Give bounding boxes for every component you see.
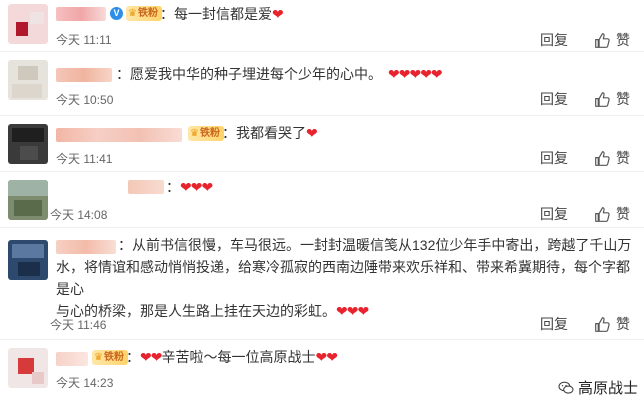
reply-button[interactable]: 回复 bbox=[540, 30, 568, 50]
comment-row-6: ♛铁粉 ：❤❤辛苦啦～每一位高原战士❤❤ 今天 14:23 bbox=[0, 340, 644, 402]
username-blurred[interactable] bbox=[56, 352, 88, 366]
username-blurred[interactable] bbox=[56, 68, 112, 82]
comment-time: 今天 14:08 bbox=[50, 208, 108, 222]
crown-icon: ♛ bbox=[94, 352, 103, 363]
like-button[interactable]: 赞 bbox=[594, 148, 630, 168]
crown-icon: ♛ bbox=[190, 128, 199, 139]
thumbs-up-icon bbox=[595, 32, 610, 48]
wechat-icon bbox=[558, 381, 574, 394]
heart-emoji: ❤❤ bbox=[315, 349, 337, 365]
thumbs-up-icon bbox=[595, 91, 610, 107]
avatar[interactable] bbox=[8, 348, 48, 388]
avatar[interactable] bbox=[8, 60, 48, 100]
comment-row-2: ：愿爱我中华的种子埋进每个少年的心中。 ❤❤❤❤❤ 今天 10:50 回复 赞 bbox=[0, 52, 644, 116]
comment-text: ：从前书信很慢，车马很远。一封封温暖信笺从132位少年手中寄出，跨越了千山万 水… bbox=[56, 237, 632, 319]
comment-time: 今天 11:46 bbox=[50, 318, 107, 332]
comment-row-4: ：❤❤❤ 今天 14:08 回复 赞 bbox=[0, 172, 644, 228]
verified-icon: V bbox=[110, 7, 123, 20]
fan-badge: ♛铁粉 bbox=[188, 126, 224, 141]
comment-time: 今天 10:50 bbox=[56, 93, 114, 107]
thumbs-up-icon bbox=[595, 150, 610, 166]
username-blurred[interactable] bbox=[56, 7, 106, 21]
avatar[interactable] bbox=[8, 124, 48, 164]
comment-time: 今天 11:11 bbox=[56, 33, 112, 47]
username-blurred[interactable] bbox=[56, 128, 182, 142]
crown-icon: ♛ bbox=[128, 8, 137, 19]
comment-row-1: V ♛铁粉 ：每一封信都是爱❤ 今天 11:11 回复 赞 bbox=[0, 0, 644, 52]
reply-button[interactable]: 回复 bbox=[540, 314, 568, 334]
heart-emoji: ❤❤❤ bbox=[180, 179, 213, 195]
thumbs-up-icon bbox=[595, 206, 610, 222]
thumbs-up-icon bbox=[595, 316, 610, 332]
reply-button[interactable]: 回复 bbox=[540, 89, 568, 109]
avatar[interactable] bbox=[8, 180, 48, 220]
like-button[interactable]: 赞 bbox=[594, 204, 630, 224]
fan-badge: ♛铁粉 bbox=[126, 6, 162, 21]
reply-button[interactable]: 回复 bbox=[540, 204, 568, 224]
heart-emoji: ❤❤❤❤❤ bbox=[388, 66, 443, 82]
comment-time: 今天 14:23 bbox=[56, 376, 114, 390]
avatar[interactable] bbox=[8, 240, 48, 280]
watermark: 高原战士 bbox=[558, 377, 638, 398]
heart-emoji: ❤❤ bbox=[140, 349, 162, 365]
like-button[interactable]: 赞 bbox=[594, 314, 630, 334]
comment-text: ：每一封信都是爱❤ bbox=[160, 6, 284, 22]
reply-button[interactable]: 回复 bbox=[540, 148, 568, 168]
comment-time: 今天 11:41 bbox=[56, 152, 113, 166]
comment-row-3: ♛铁粉 ：我都看哭了❤ 今天 11:41 回复 赞 bbox=[0, 116, 644, 172]
comment-row-5: ：从前书信很慢，车马很远。一封封温暖信笺从132位少年手中寄出，跨越了千山万 水… bbox=[0, 228, 644, 340]
avatar[interactable] bbox=[8, 4, 48, 44]
like-button[interactable]: 赞 bbox=[594, 89, 630, 109]
fan-badge: ♛铁粉 bbox=[92, 350, 128, 365]
heart-emoji: ❤ bbox=[306, 125, 318, 141]
heart-emoji: ❤ bbox=[272, 6, 284, 22]
comment-text: ：❤❤辛苦啦～每一位高原战士❤❤ bbox=[126, 349, 338, 365]
comment-text: ：❤❤❤ bbox=[166, 179, 213, 195]
like-button[interactable]: 赞 bbox=[594, 30, 630, 50]
comment-text: ：愿爱我中华的种子埋进每个少年的心中。 ❤❤❤❤❤ bbox=[116, 66, 443, 82]
comment-text: ：我都看哭了❤ bbox=[222, 125, 318, 141]
heart-emoji: ❤❤❤ bbox=[336, 303, 369, 319]
username-blurred[interactable] bbox=[128, 180, 164, 194]
